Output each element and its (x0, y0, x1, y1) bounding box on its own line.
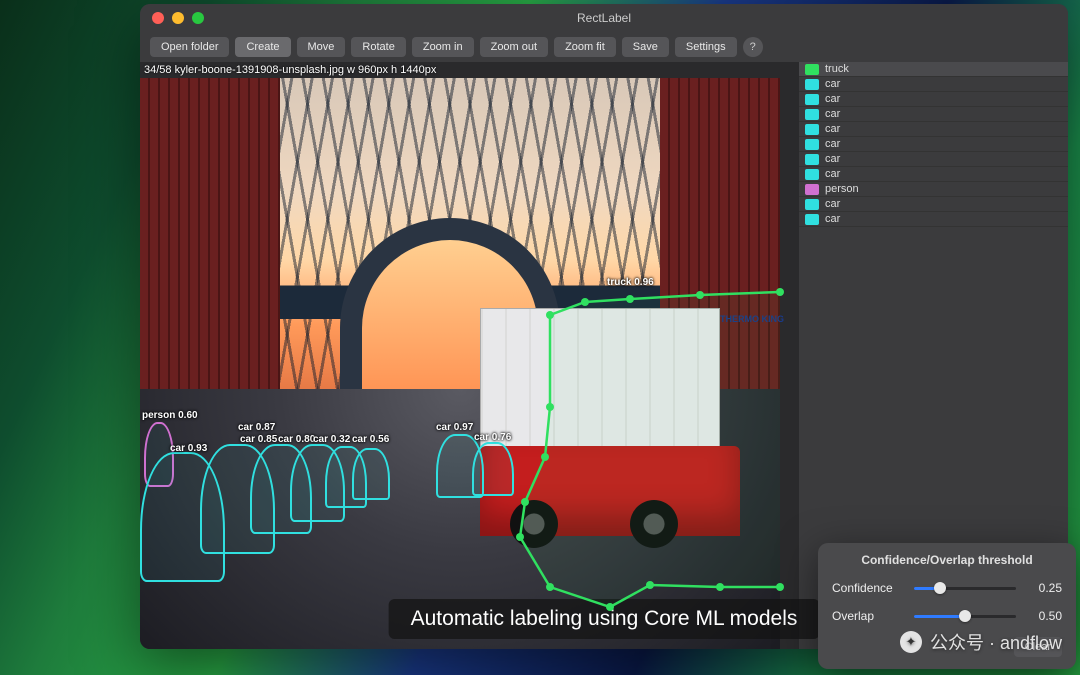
canvas[interactable]: 34/58 kyler-boone-1391908-unsplash.jpg w… (140, 62, 798, 649)
polygon-car-5[interactable] (352, 448, 390, 500)
overlap-row: Overlap 0.50 (832, 609, 1062, 623)
settings-button[interactable]: Settings (675, 37, 737, 57)
rotate-button[interactable]: Rotate (351, 37, 405, 57)
label-swatch (805, 109, 819, 120)
annot-car1: car 0.87 (238, 422, 275, 433)
traffic-lights (152, 12, 204, 24)
polygon-truck[interactable] (490, 287, 790, 617)
label-swatch (805, 79, 819, 90)
window-title: RectLabel (577, 11, 631, 25)
close-icon[interactable] (152, 12, 164, 24)
zoom-out-button[interactable]: Zoom out (480, 37, 548, 57)
overlap-label: Overlap (832, 609, 904, 623)
label-row-6[interactable]: car (799, 152, 1068, 167)
confidence-row: Confidence 0.25 (832, 581, 1062, 595)
annot-car7: car 0.76 (474, 432, 511, 443)
overlap-value: 0.50 (1026, 609, 1062, 623)
label-row-8[interactable]: person (799, 182, 1068, 197)
confidence-slider[interactable] (914, 581, 1016, 595)
label-name: car (825, 93, 840, 105)
overlap-slider[interactable] (914, 609, 1016, 623)
annot-car4: car 0.32 (313, 434, 350, 445)
label-name: person (825, 183, 859, 195)
label-swatch (805, 199, 819, 210)
label-name: car (825, 108, 840, 120)
create-button[interactable]: Create (235, 37, 290, 57)
zoom-in-button[interactable]: Zoom in (412, 37, 474, 57)
annot-car5: car 0.56 (352, 434, 389, 445)
popover-title: Confidence/Overlap threshold (832, 553, 1062, 567)
maximize-icon[interactable] (192, 12, 204, 24)
label-name: car (825, 168, 840, 180)
wechat-icon: ✦ (900, 631, 922, 653)
save-button[interactable]: Save (622, 37, 669, 57)
label-name: car (825, 153, 840, 165)
annot-car3: car 0.80 (278, 434, 315, 445)
titlebar: RectLabel (140, 4, 1068, 32)
annot-car0: car 0.93 (170, 443, 207, 454)
label-row-7[interactable]: car (799, 167, 1068, 182)
minimize-icon[interactable] (172, 12, 184, 24)
label-row-3[interactable]: car (799, 107, 1068, 122)
label-row-0[interactable]: truck (799, 62, 1068, 77)
move-button[interactable]: Move (297, 37, 346, 57)
confidence-value: 0.25 (1026, 581, 1062, 595)
label-swatch (805, 94, 819, 105)
annot-truck: truck 0.96 (607, 277, 654, 288)
label-name: car (825, 123, 840, 135)
label-name: car (825, 198, 840, 210)
label-row-1[interactable]: car (799, 77, 1068, 92)
help-button[interactable]: ? (743, 37, 763, 57)
label-swatch (805, 64, 819, 75)
polygon-car-7[interactable] (472, 442, 514, 496)
annot-person: person 0.60 (142, 410, 198, 421)
image-info: 34/58 kyler-boone-1391908-unsplash.jpg w… (144, 64, 436, 76)
label-row-10[interactable]: car (799, 212, 1068, 227)
annot-car2: car 0.85 (240, 434, 277, 445)
watermark: ✦ 公众号 · andflow (900, 629, 1062, 655)
label-row-4[interactable]: car (799, 122, 1068, 137)
label-row-2[interactable]: car (799, 92, 1068, 107)
toolbar: Open folder Create Move Rotate Zoom in Z… (140, 32, 1068, 62)
label-swatch (805, 184, 819, 195)
label-row-5[interactable]: car (799, 137, 1068, 152)
watermark-text: 公众号 · andflow (930, 629, 1062, 655)
label-name: truck (825, 63, 849, 75)
label-swatch (805, 139, 819, 150)
label-swatch (805, 169, 819, 180)
open-folder-button[interactable]: Open folder (150, 37, 229, 57)
label-name: car (825, 138, 840, 150)
label-swatch (805, 214, 819, 225)
label-row-9[interactable]: car (799, 197, 1068, 212)
annot-car6: car 0.97 (436, 422, 473, 433)
label-name: car (825, 213, 840, 225)
label-name: car (825, 78, 840, 90)
label-swatch (805, 124, 819, 135)
confidence-label: Confidence (832, 581, 904, 595)
zoom-fit-button[interactable]: Zoom fit (554, 37, 616, 57)
label-swatch (805, 154, 819, 165)
